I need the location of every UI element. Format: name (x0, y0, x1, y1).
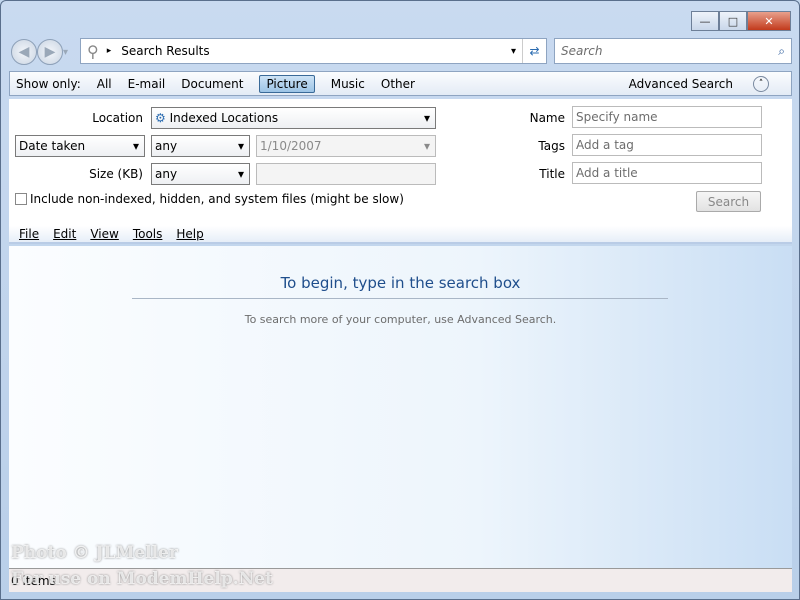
date-field-select[interactable]: Date taken ▾ (15, 135, 145, 157)
chevron-down-icon: ▾ (237, 139, 244, 153)
date-operator-select[interactable]: any ▾ (151, 135, 250, 157)
forward-button[interactable]: ▶ (37, 39, 63, 65)
filter-picture[interactable]: Picture (259, 74, 315, 93)
menu-file[interactable]: File (19, 227, 39, 241)
refresh-icon[interactable]: ⇄ (522, 39, 546, 63)
advanced-search-label: Advanced Search (628, 76, 733, 91)
explorer-window: — □ ✕ ◀ ▶ ▾ ⚲ ▸ Search Results ▾ ⇄ Searc… (0, 0, 800, 600)
menu-edit[interactable]: Edit (53, 227, 76, 241)
name-placeholder: Specify name (576, 110, 658, 124)
tags-placeholder: Add a tag (576, 138, 634, 152)
location-label: Location (92, 111, 143, 125)
chevron-down-icon: ▾ (237, 167, 244, 181)
date-operator-value: any (155, 139, 178, 153)
divider (132, 298, 668, 299)
address-bar[interactable]: ⚲ ▸ Search Results ▾ ⇄ (80, 38, 547, 64)
date-value: 1/10/2007 (260, 139, 322, 153)
tags-input[interactable]: Add a tag (572, 134, 762, 156)
menu-help[interactable]: Help (176, 227, 203, 241)
advanced-search-button[interactable]: Advanced Search ˄ (628, 75, 785, 92)
filter-other[interactable]: Other (381, 77, 415, 91)
search-icon[interactable]: ⌕ (778, 44, 785, 59)
location-value: Indexed Locations (169, 111, 279, 125)
filter-all[interactable]: All (97, 77, 112, 91)
empty-subtext: To search more of your computer, use Adv… (244, 313, 557, 326)
search-input[interactable]: Search (561, 44, 603, 58)
name-input[interactable]: Specify name (572, 106, 762, 128)
chevron-down-icon: ▾ (132, 139, 139, 153)
include-nonindexed-checkbox[interactable] (15, 193, 27, 205)
include-nonindexed-label: Include non-indexed, hidden, and system … (30, 192, 404, 206)
breadcrumb-search-results[interactable]: Search Results (121, 44, 209, 58)
watermark-line1: Photo © JLMeller (11, 543, 178, 563)
title-placeholder: Add a title (576, 166, 638, 180)
back-button[interactable]: ◀ (11, 39, 37, 65)
forward-icon: ▶ (44, 44, 56, 60)
menu-view[interactable]: View (90, 227, 118, 241)
menu-bar: File Edit View Tools Help (9, 226, 792, 244)
date-field-value: Date taken (19, 139, 86, 153)
menu-tools[interactable]: Tools (133, 227, 163, 241)
breadcrumb-separator-icon[interactable]: ▸ (107, 46, 112, 56)
chevron-down-icon: ▾ (423, 111, 430, 125)
search-box[interactable]: Search ⌕ (554, 38, 792, 64)
maximize-button[interactable]: □ (719, 11, 747, 31)
location-select[interactable]: ⚙ Indexed Locations ▾ (151, 107, 436, 129)
size-value-input[interactable] (256, 163, 436, 185)
date-value-picker[interactable]: 1/10/2007 ▾ (256, 135, 436, 157)
show-only-label: Show only: (16, 76, 81, 91)
recent-pages-dropdown[interactable]: ▾ (63, 47, 68, 58)
size-operator-select[interactable]: any ▾ (151, 163, 250, 185)
chevron-up-icon: ˄ (753, 75, 769, 92)
search-magnifier-icon: ⚲ (87, 41, 99, 61)
minimize-button[interactable]: — (691, 11, 719, 31)
close-button[interactable]: ✕ (747, 11, 791, 31)
size-operator-value: any (155, 167, 178, 181)
filter-document[interactable]: Document (181, 77, 243, 91)
empty-heading: To begin, type in the search box (280, 274, 521, 292)
watermark-line2: For use on ModemHelp.Net (11, 569, 273, 589)
search-button[interactable]: Search (696, 191, 761, 212)
nav-buttons: ◀ ▶ ▾ (11, 39, 68, 65)
chevron-down-icon: ▾ (423, 139, 430, 153)
filter-email[interactable]: E-mail (128, 77, 166, 91)
caption-buttons: — □ ✕ (691, 11, 791, 31)
address-dropdown-icon[interactable]: ▾ (511, 46, 516, 57)
results-pane: To begin, type in the search box To sear… (9, 246, 792, 568)
tags-label: Tags (538, 139, 565, 153)
advanced-search-panel: Location ⚙ Indexed Locations ▾ Date taken… (9, 99, 792, 226)
title-label: Title (539, 167, 565, 181)
name-label: Name (529, 111, 565, 125)
back-icon: ◀ (18, 44, 30, 60)
indexed-locations-icon: ⚙ (155, 111, 166, 125)
title-input[interactable]: Add a title (572, 162, 762, 184)
include-nonindexed-option[interactable]: Include non-indexed, hidden, and system … (15, 192, 404, 206)
filter-music[interactable]: Music (331, 77, 365, 91)
show-only-bar: Show only: All E-mail Document Picture M… (9, 71, 792, 96)
size-label: Size (KB) (89, 167, 143, 181)
